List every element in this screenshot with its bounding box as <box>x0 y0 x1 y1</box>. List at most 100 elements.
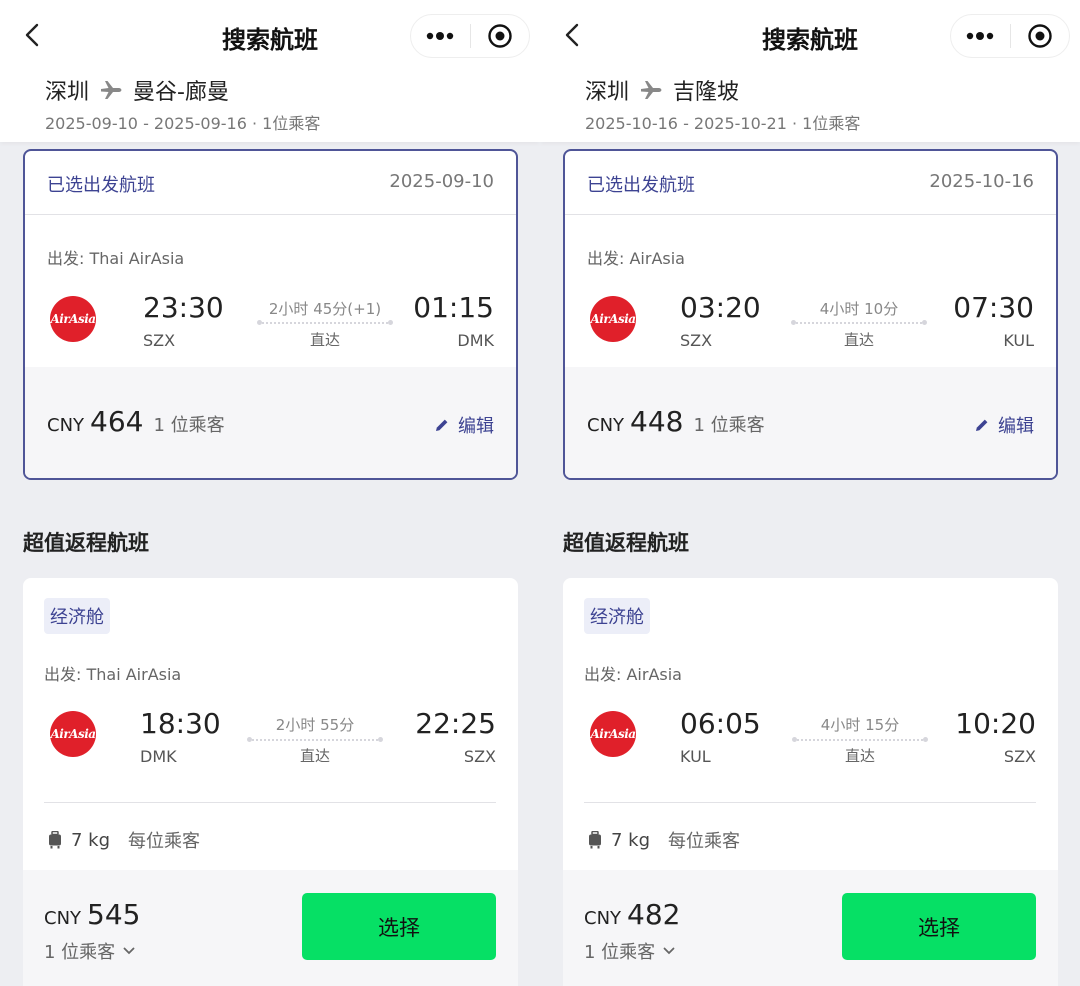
selected-outbound-card: 已选出发航班 2025-10-16 出发: AirAsia AirAsia 03… <box>563 149 1058 480</box>
departure-time: 18:30 <box>140 707 221 740</box>
passenger-count: 1 位乘客 <box>693 415 765 436</box>
flight-search-panel-left: 搜索航班 深圳 曼谷-廊曼 2025-09-10 - 2025-09-16 · … <box>0 0 540 986</box>
departure-time: 23:30 <box>143 291 224 324</box>
more-dots-icon <box>427 32 454 40</box>
cabin-class-badge: 经济舱 <box>44 598 110 634</box>
trip-summary: 2025-09-10 - 2025-09-16 · 1位乘客 <box>45 114 321 133</box>
chevron-down-icon <box>123 947 135 955</box>
header: 搜索航班 深圳 曼谷-廊曼 2025-09-10 - 2025-09-16 · … <box>0 0 540 142</box>
departure-time: 06:05 <box>680 707 761 740</box>
flight-duration: 4小时 15分 <box>820 716 900 734</box>
plane-icon <box>641 81 662 99</box>
arrival-time: 01:15 <box>413 291 494 324</box>
select-button[interactable]: 选择 <box>842 893 1036 960</box>
route-title: 深圳 曼谷-廊曼 <box>45 74 229 106</box>
target-icon <box>1028 24 1052 48</box>
price-amount: 464 <box>90 405 144 438</box>
price: CNY 448 1 位乘客 <box>587 405 765 438</box>
currency: CNY <box>44 908 82 929</box>
section-title: 超值返程航班 <box>563 531 689 555</box>
selected-outbound-card: 已选出发航班 2025-09-10 出发: Thai AirAsia AirAs… <box>23 149 518 480</box>
arrival-airport: SZX <box>463 747 496 766</box>
more-button[interactable] <box>411 14 470 58</box>
selected-outbound-date: 2025-09-10 <box>389 171 494 192</box>
arrival-time: 10:20 <box>955 707 1036 740</box>
baggage-weight: 7 kg <box>611 829 651 851</box>
currency: CNY <box>584 908 622 929</box>
departure-airport: SZX <box>143 331 176 350</box>
route-origin: 深圳 <box>585 80 630 105</box>
trip-summary: 2025-10-16 - 2025-10-21 · 1位乘客 <box>585 114 861 133</box>
edit-button[interactable]: 编辑 <box>974 412 1034 438</box>
airasia-logo-icon: AirAsia <box>50 296 96 342</box>
price-zone: CNY 464 1 位乘客 编辑 <box>25 367 516 478</box>
departure-airport: KUL <box>680 747 711 766</box>
passenger-dropdown[interactable]: 1 位乘客 <box>44 938 135 964</box>
pencil-icon <box>976 419 988 431</box>
edit-button[interactable]: 编辑 <box>434 412 494 438</box>
passenger-count: 1 位乘客 <box>153 415 225 436</box>
stops-label: 直达 <box>309 331 340 349</box>
select-button[interactable]: 选择 <box>302 893 496 960</box>
airasia-logo-icon: AirAsia <box>50 711 96 757</box>
selected-card-header: 已选出发航班 2025-09-10 <box>25 151 516 215</box>
operator-label: 出发: Thai AirAsia <box>47 249 185 268</box>
arrival-time: 07:30 <box>953 291 1034 324</box>
selected-outbound-label: 已选出发航班 <box>47 175 155 196</box>
arrival-airport: KUL <box>1003 331 1034 350</box>
stops-label: 直达 <box>299 747 330 765</box>
route-destination: 曼谷-廊曼 <box>133 80 229 105</box>
airasia-logo-icon: AirAsia <box>590 711 636 757</box>
edit-label: 编辑 <box>998 416 1034 437</box>
route-destination: 吉隆坡 <box>673 80 740 105</box>
section-title: 超值返程航班 <box>23 531 149 555</box>
close-miniprogram-button[interactable] <box>1010 14 1069 58</box>
return-flight-card[interactable]: 经济舱 出发: Thai AirAsia AirAsia 18:30 DMK 2… <box>23 578 518 986</box>
operator-label: 出发: Thai AirAsia <box>44 665 182 684</box>
arrival-airport: SZX <box>1003 747 1036 766</box>
selected-card-header: 已选出发航班 2025-10-16 <box>565 151 1056 215</box>
baggage-allowance: 7 kg 每位乘客 <box>587 827 740 853</box>
more-dots-icon <box>967 32 994 40</box>
arrival-airport: DMK <box>457 331 494 350</box>
arrival-time: 22:25 <box>415 707 496 740</box>
plane-icon <box>101 81 122 99</box>
chevron-down-icon <box>663 947 675 955</box>
price: CNY 482 <box>584 898 680 931</box>
stops-label: 直达 <box>844 747 875 765</box>
duration-line <box>792 737 928 742</box>
luggage-icon <box>49 831 61 849</box>
card-divider <box>584 802 1036 803</box>
baggage-per: 每位乘客 <box>668 831 741 852</box>
pencil-icon <box>436 419 448 431</box>
close-miniprogram-button[interactable] <box>470 14 529 58</box>
return-flight-card[interactable]: 经济舱 出发: AirAsia AirAsia 06:05 KUL 4小时 15… <box>563 578 1058 986</box>
passenger-count: 1 位乘客 <box>44 942 116 963</box>
flight-duration: 2小时 55分 <box>275 716 355 734</box>
price-zone: CNY 545 1 位乘客 选择 <box>23 870 518 986</box>
luggage-icon <box>589 831 601 849</box>
duration-line <box>791 320 927 325</box>
departure-airport: SZX <box>680 331 713 350</box>
flight-search-panel-right: 搜索航班 深圳 吉隆坡 2025-10-16 - 2025-10-21 · 1位… <box>540 0 1080 986</box>
currency: CNY <box>587 415 625 436</box>
route-title: 深圳 吉隆坡 <box>585 74 739 106</box>
departure-time: 03:20 <box>680 291 761 324</box>
departure-airport: DMK <box>140 747 177 766</box>
baggage-weight: 7 kg <box>71 829 111 851</box>
price-amount: 482 <box>627 898 681 931</box>
edit-label: 编辑 <box>458 416 494 437</box>
duration-line <box>257 320 393 325</box>
airasia-logo-icon: AirAsia <box>590 296 636 342</box>
price: CNY 464 1 位乘客 <box>47 405 225 438</box>
card-divider <box>44 802 496 803</box>
passenger-dropdown[interactable]: 1 位乘客 <box>584 938 675 964</box>
duration-line <box>247 737 383 742</box>
selected-outbound-label: 已选出发航班 <box>587 175 695 196</box>
selected-outbound-date: 2025-10-16 <box>929 171 1034 192</box>
passenger-count: 1 位乘客 <box>584 942 656 963</box>
more-button[interactable] <box>951 14 1010 58</box>
operator-label: 出发: AirAsia <box>584 665 682 684</box>
flight-duration: 2小时 45分(+1) <box>268 300 382 318</box>
price: CNY 545 <box>44 898 140 931</box>
